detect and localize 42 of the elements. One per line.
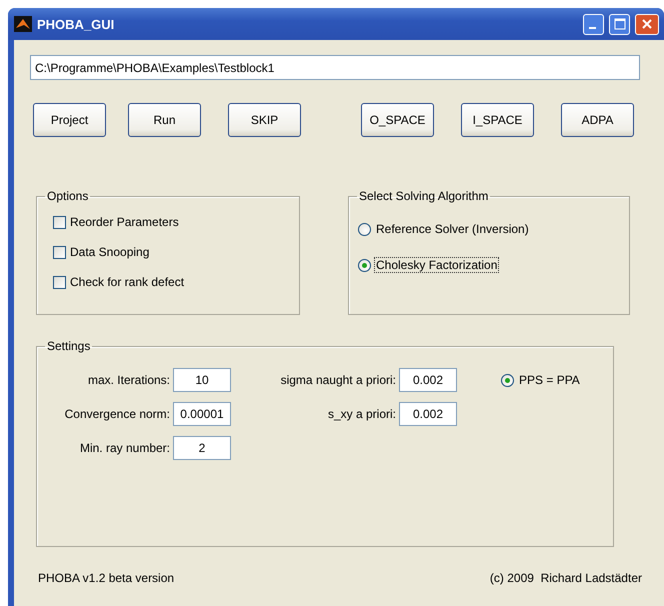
copyright-text: (c) 2009 Richard Ladstädter [490, 571, 642, 585]
radio-label: Reference Solver (Inversion) [375, 221, 530, 237]
maximize-icon [614, 18, 626, 30]
radio-label: Cholesky Factorization [374, 257, 500, 273]
field-label: s_xy a priori: [326, 407, 396, 421]
checkbox[interactable] [53, 246, 66, 258]
close-icon [641, 18, 653, 30]
radio-label: PPS = PPA [518, 372, 581, 388]
version-text: PHOBA v1.2 beta version [38, 571, 174, 585]
group-title: Options [46, 189, 90, 203]
checkbox[interactable] [53, 216, 66, 228]
group-title: Settings [46, 339, 92, 353]
window-title: PHOBA_GUI [37, 16, 114, 32]
minimize-button[interactable] [583, 14, 604, 34]
toolbar-button[interactable]: O_SPACE [361, 103, 434, 137]
input-field[interactable]: 2 [173, 436, 231, 460]
checkbox-label: Data Snooping [70, 245, 150, 259]
checkbox[interactable] [53, 276, 66, 288]
checkbox-label: Check for rank defect [70, 275, 184, 289]
input-field[interactable]: 10 [173, 368, 231, 392]
toolbar-button[interactable]: Project [33, 103, 106, 137]
maximize-button[interactable] [609, 14, 630, 34]
toolbar-button[interactable]: I_SPACE [461, 103, 534, 137]
group-title: Select Solving Algorithm [358, 189, 490, 203]
checkbox-label: Reorder Parameters [70, 215, 179, 229]
toolbar-button[interactable]: SKIP [228, 103, 301, 137]
close-button[interactable] [635, 14, 659, 34]
path-field[interactable]: C:\Programme\PHOBA\Examples\Testblock1 [30, 55, 640, 80]
radio-button[interactable] [358, 258, 371, 272]
toolbar-button[interactable]: Run [128, 103, 201, 137]
field-label: sigma naught a priori: [280, 373, 396, 387]
toolbar-button[interactable]: ADPA [561, 103, 634, 137]
field-label: Convergence norm: [64, 407, 170, 421]
field-label: Min. ray number: [78, 441, 170, 455]
field-label: max. Iterations: [86, 373, 170, 387]
radio-button[interactable] [358, 222, 371, 236]
minimize-icon [588, 26, 596, 28]
app-icon [14, 16, 32, 32]
input-field[interactable]: 0.002 [399, 368, 457, 392]
radio-button[interactable] [501, 374, 514, 386]
input-field[interactable]: 0.002 [399, 402, 457, 426]
input-field[interactable]: 0.00001 [173, 402, 231, 426]
